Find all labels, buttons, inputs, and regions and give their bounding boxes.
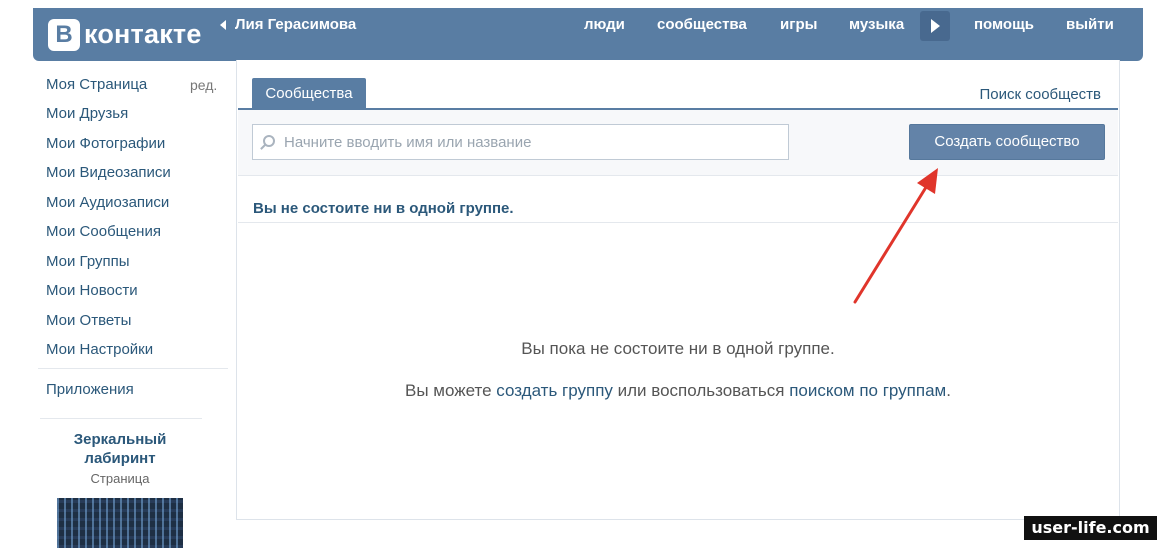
watermark: user-life.com xyxy=(1024,516,1157,540)
section-title: Вы не состоите ни в одной группе. xyxy=(253,200,514,217)
create-community-button[interactable]: Создать сообщество xyxy=(909,124,1105,160)
search-placeholder: Начните вводить имя или название xyxy=(284,134,532,151)
back-to-profile-link[interactable]: Лия Герасимова xyxy=(220,16,356,33)
sidebar-item-videos[interactable]: Мои Видеозаписи xyxy=(46,164,171,181)
empty-state-text: Вы пока не состоите ни в одной группе. xyxy=(521,339,835,358)
sidebar-item-photos[interactable]: Мои Фотографии xyxy=(46,135,165,152)
promo-image[interactable] xyxy=(57,498,183,548)
nav-communities[interactable]: сообщества xyxy=(657,16,747,33)
sidebar-item-answers[interactable]: Мои Ответы xyxy=(46,312,131,329)
nav-help[interactable]: помощь xyxy=(974,16,1034,33)
hint-prefix: Вы можете xyxy=(405,381,497,400)
empty-state-hint: Вы можете создать группу или воспользова… xyxy=(238,381,1118,401)
nav-games[interactable]: игры xyxy=(780,16,817,33)
search-groups-link[interactable]: поиском по группам xyxy=(789,381,946,400)
hint-middle: или воспользоваться xyxy=(612,381,790,400)
annotation-arrow-icon xyxy=(853,168,938,304)
search-communities-link[interactable]: Поиск сообществ xyxy=(979,86,1101,103)
chevron-left-icon xyxy=(220,19,226,30)
play-icon xyxy=(931,19,940,33)
sidebar-item-my-page[interactable]: Моя Страница xyxy=(46,76,147,93)
promo-subtitle: Страница xyxy=(90,471,150,486)
sidebar-item-messages[interactable]: Мои Сообщения xyxy=(46,223,161,240)
nav-logout[interactable]: выйти xyxy=(1066,16,1114,33)
promo-title[interactable]: Зеркальный лабиринт xyxy=(40,430,200,468)
sidebar-item-apps[interactable]: Приложения xyxy=(46,381,134,398)
nav-people[interactable]: люди xyxy=(584,16,625,33)
section-divider xyxy=(238,222,1118,223)
sidebar-item-audio[interactable]: Мои Аудиозаписи xyxy=(46,194,169,211)
create-group-link[interactable]: создать группу xyxy=(496,381,613,400)
search-icon xyxy=(263,135,275,147)
vk-logo-icon: B xyxy=(48,18,80,51)
tab-communities[interactable]: Сообщества xyxy=(252,78,366,109)
group-search-input[interactable]: Начните вводить имя или название xyxy=(252,124,789,160)
hint-suffix: . xyxy=(946,381,951,400)
profile-name: Лия Герасимова xyxy=(235,16,357,33)
nav-music[interactable]: музыка xyxy=(849,16,904,33)
sidebar-item-settings[interactable]: Мои Настройки xyxy=(46,341,153,358)
sidebar-item-news[interactable]: Мои Новости xyxy=(46,282,138,299)
vk-logo[interactable]: B контакте xyxy=(48,18,202,51)
sidebar-item-groups[interactable]: Мои Группы xyxy=(46,253,130,270)
sidebar-divider xyxy=(40,418,202,419)
sidebar-edit-link[interactable]: ред. xyxy=(190,77,217,93)
vk-logo-text: контакте xyxy=(84,19,202,49)
music-play-button[interactable] xyxy=(920,11,950,41)
sidebar-divider xyxy=(38,368,228,369)
sidebar-item-friends[interactable]: Мои Друзья xyxy=(46,105,128,122)
